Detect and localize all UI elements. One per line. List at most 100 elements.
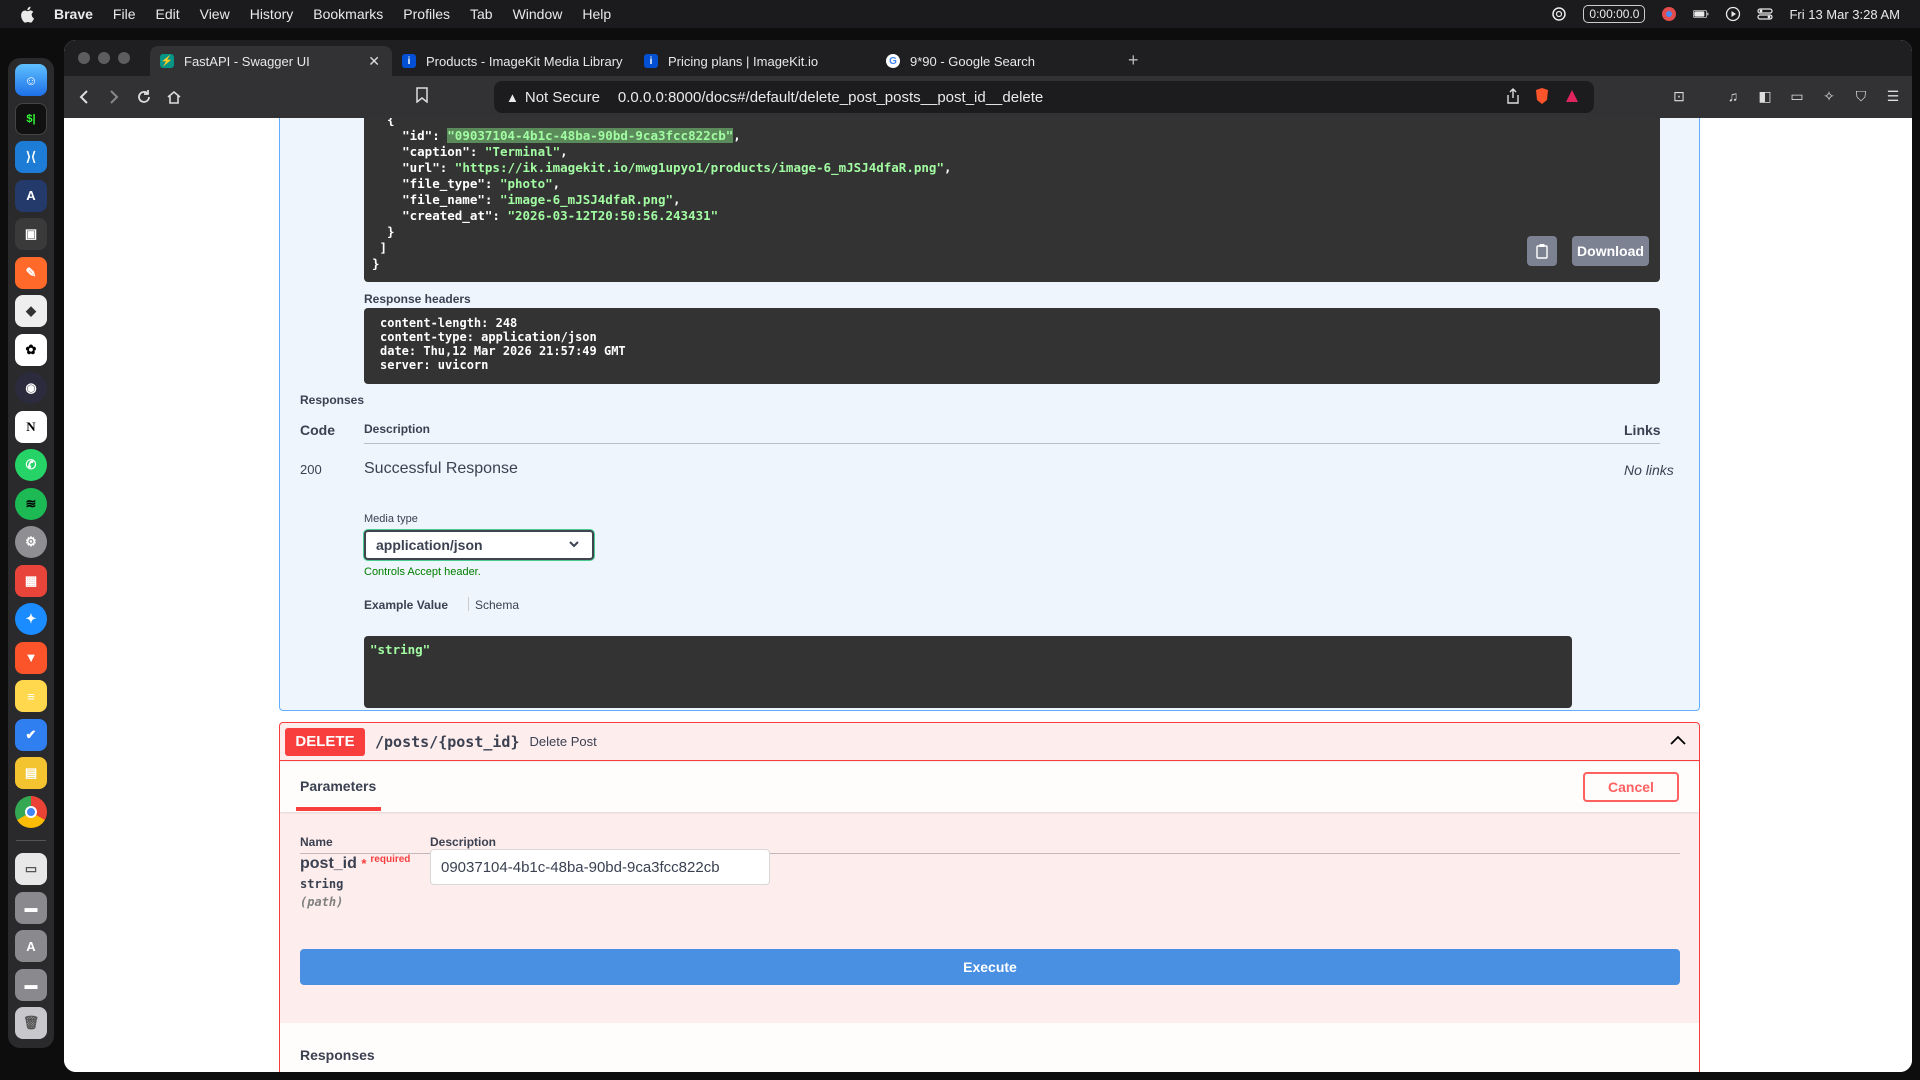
brave-icon[interactable]: ▼ (15, 641, 47, 674)
menu-profiles[interactable]: Profiles (403, 6, 450, 22)
play-circle-icon[interactable] (1725, 6, 1741, 22)
chatgpt-icon[interactable]: ✿ (15, 333, 47, 366)
responses-divider (364, 443, 1660, 444)
tasks-icon[interactable]: ✔ (15, 718, 47, 751)
back-arrow-icon[interactable] (74, 87, 94, 107)
menu-help[interactable]: Help (582, 6, 611, 22)
toolbar-right-icons: ⊡ ♫ ◧ ▭ ✧ ⛉ ☰ (1670, 87, 1902, 105)
cancel-button[interactable]: Cancel (1583, 772, 1679, 802)
schema-tab[interactable]: Schema (475, 598, 519, 612)
delete-operation-block: DELETE /posts/{post_id} Delete Post Para… (279, 722, 1700, 1072)
tab-title: Pricing plans | ImageKit.io (668, 53, 819, 69)
param-name-text: post_id (300, 855, 357, 872)
apple-menu-icon[interactable] (20, 6, 36, 23)
safari-icon[interactable]: ✦ (15, 603, 47, 635)
wallet-icon[interactable]: ▭ (1788, 87, 1806, 105)
vscode-icon[interactable]: ⟩⟨ (15, 141, 47, 173)
tab-google-search[interactable]: G 9*90 - Google Search (876, 46, 1118, 76)
new-tab-plus-icon[interactable]: + (1128, 50, 1139, 71)
obs-icon[interactable]: ◉ (15, 372, 47, 404)
notion-icon[interactable]: N (15, 410, 47, 443)
tab-imagekit-library[interactable]: i Products - ImageKit Media Library (392, 46, 634, 76)
folder-apps-icon[interactable]: A (15, 930, 47, 962)
menu-app-brave[interactable]: Brave (54, 6, 93, 22)
home-icon[interactable] (164, 87, 184, 107)
response-body-json: { "id": "09037104-4b1c-48ba-90bd-9ca3fcc… (372, 118, 952, 271)
execute-button[interactable]: Execute (300, 949, 1680, 985)
address-bar[interactable]: ▲ Not Secure 0.0.0.0:8000/docs#/default/… (494, 81, 1594, 113)
brave-rewards-icon[interactable] (1564, 88, 1580, 108)
chrome-profile-icon[interactable] (1661, 6, 1677, 22)
bookmark-icon[interactable] (416, 87, 428, 108)
close-window-button[interactable] (78, 52, 90, 64)
copy-to-clipboard-icon[interactable] (1527, 236, 1557, 266)
parameters-tab[interactable]: Parameters (300, 778, 376, 794)
delete-operation-summary[interactable]: DELETE /posts/{post_id} Delete Post (280, 723, 1699, 761)
menu-file[interactable]: File (113, 6, 136, 22)
brave-shields-icon[interactable] (1534, 87, 1550, 109)
not-secure-label[interactable]: Not Secure (525, 89, 600, 106)
spotify-icon[interactable]: ≋ (15, 487, 47, 520)
system-settings-icon[interactable]: ⚙ (15, 526, 47, 558)
menu-window[interactable]: Window (513, 6, 563, 22)
response-code: 200 (300, 462, 322, 477)
device-icon[interactable]: ▣ (15, 218, 47, 250)
file-manager-icon[interactable]: ▭ (15, 853, 47, 885)
response-headers-code[interactable]: content-length: 248 content-type: applic… (364, 308, 1660, 384)
calendar-app-icon[interactable]: ▦ (15, 564, 47, 597)
close-tab-icon[interactable]: ✕ (368, 53, 380, 70)
tab-fastapi-swagger[interactable]: ⚡ FastAPI - Swagger UI ✕ (150, 46, 392, 76)
menu-tab[interactable]: Tab (470, 6, 493, 22)
url-text[interactable]: 0.0.0.0:8000/docs#/default/delete_post_p… (618, 89, 1043, 106)
window-controls (78, 52, 130, 64)
menu-bookmarks[interactable]: Bookmarks (313, 6, 383, 22)
sequel-ace-icon[interactable]: ◆ (15, 295, 47, 327)
menu-view[interactable]: View (200, 6, 230, 22)
vpn-shield-icon[interactable]: ⛉ (1852, 87, 1870, 105)
share-icon[interactable] (1506, 88, 1520, 108)
fastapi-favicon-icon: ⚡ (160, 54, 174, 68)
media-type-label: Media type (364, 513, 418, 525)
tab-imagekit-pricing[interactable]: i Pricing plans | ImageKit.io (634, 46, 876, 76)
folder-downloads-icon[interactable]: ▬ (15, 968, 47, 1001)
music-note-icon[interactable]: ♫ (1724, 87, 1742, 105)
trash-icon[interactable]: 🗑 (15, 1007, 47, 1039)
tab-title: 9*90 - Google Search (910, 53, 1036, 69)
hamburger-menu-icon[interactable]: ☰ (1884, 87, 1902, 105)
tab-title: FastAPI - Swagger UI (184, 53, 310, 69)
folder-icon[interactable]: ▬ (15, 891, 47, 924)
menu-history[interactable]: History (250, 6, 294, 22)
minimize-window-button[interactable] (98, 52, 110, 64)
leo-ai-icon[interactable]: ✧ (1820, 87, 1838, 105)
screenshot-icon[interactable]: ⊡ (1670, 87, 1688, 105)
json-url-value: "https://ik.imagekit.io/mwg1upyo1/produc… (454, 160, 944, 175)
example-value-code[interactable]: "string" (364, 636, 1572, 708)
openai-icon[interactable] (1551, 6, 1567, 22)
reload-icon[interactable] (134, 87, 154, 107)
menu-edit[interactable]: Edit (155, 6, 179, 22)
response-links: No links (1624, 462, 1674, 478)
control-center-icon[interactable] (1757, 6, 1774, 22)
example-value-tab[interactable]: Example Value (364, 598, 448, 612)
notes-icon[interactable]: ≡ (15, 680, 47, 712)
altair-icon[interactable]: A (15, 179, 47, 212)
post-id-input[interactable] (430, 849, 770, 885)
forward-arrow-icon[interactable] (104, 87, 124, 107)
pen-tool-icon[interactable]: ✎ (15, 256, 47, 289)
stopwatch-timer[interactable]: 0:00:00.0 (1583, 5, 1646, 23)
whatsapp-icon[interactable]: ✆ (15, 449, 47, 481)
response-body-code[interactable]: { "id": "09037104-4b1c-48ba-90bd-9ca3fcc… (364, 118, 1660, 282)
chevron-up-icon[interactable] (1669, 733, 1687, 751)
sheets-icon[interactable]: ▤ (15, 757, 47, 789)
chrome-icon[interactable] (15, 795, 47, 828)
zoom-window-button[interactable] (118, 52, 130, 64)
sidebar-icon[interactable]: ◧ (1756, 87, 1774, 105)
download-button[interactable]: Download (1572, 236, 1649, 266)
media-type-select[interactable]: application/json (364, 530, 594, 560)
clock-datetime[interactable]: Fri 13 Mar 3:28 AM (1789, 7, 1900, 22)
address-bar-actions (1506, 87, 1580, 109)
terminal-icon[interactable]: $| (15, 102, 47, 135)
battery-icon[interactable] (1693, 6, 1709, 22)
finder-icon[interactable]: ☺ (15, 64, 47, 96)
